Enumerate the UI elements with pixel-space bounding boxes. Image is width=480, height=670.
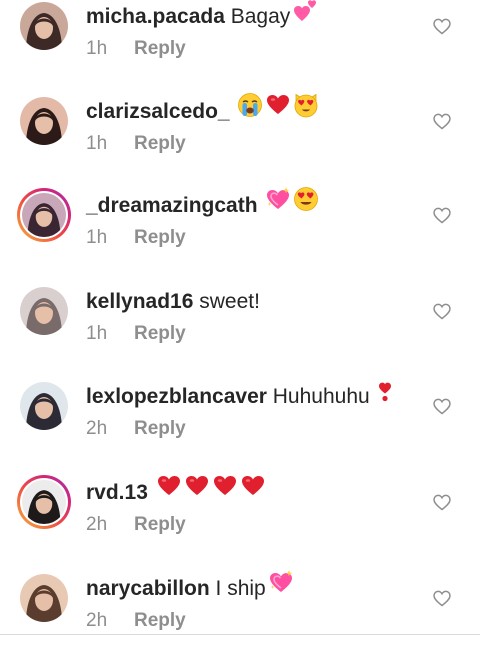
avatar-image: [20, 97, 68, 145]
avatar[interactable]: [20, 97, 68, 145]
divider: [0, 634, 480, 635]
sparkling-heart-emoji-icon: [265, 186, 291, 221]
comment-body: narycabillon I ship: [86, 569, 294, 604]
comment-row: rvd.13 2h Reply: [0, 475, 480, 574]
comment-row: clarizsalcedo_ 1h Reply: [0, 93, 480, 193]
red-heart-emoji-icon: [184, 473, 210, 508]
username[interactable]: clarizsalcedo_: [86, 100, 230, 123]
avatar[interactable]: [20, 287, 68, 335]
avatar-with-story-ring[interactable]: [17, 188, 71, 242]
comment-body: lexlopezblancaver Huhuhuhu: [86, 382, 398, 412]
comment-meta: 1h Reply: [86, 131, 186, 157]
sparkling-heart-emoji-icon: [268, 569, 294, 604]
timestamp: 2h: [86, 418, 108, 439]
comment-text: Huhuhuhu: [272, 385, 370, 408]
like-heart-icon[interactable]: [432, 205, 452, 225]
like-heart-icon[interactable]: [432, 16, 452, 36]
heart-eyes-emoji-icon: [293, 186, 319, 221]
comment-row: lexlopezblancaver Huhuhuhu 2h Reply: [0, 382, 480, 478]
like-heart-icon[interactable]: [432, 588, 452, 608]
crying-face-emoji-icon: [237, 92, 263, 127]
avatar-with-story-ring[interactable]: [17, 475, 71, 529]
two-hearts-emoji-icon: [292, 0, 318, 32]
reply-button[interactable]: Reply: [134, 36, 186, 62]
comment-body: rvd.13: [86, 475, 266, 508]
timestamp: 2h: [86, 514, 108, 535]
comment-row: _dreamazingcath 1h Reply: [0, 186, 480, 287]
username[interactable]: _dreamazingcath: [86, 194, 258, 217]
reply-button[interactable]: Reply: [134, 225, 186, 251]
timestamp: 1h: [86, 323, 108, 344]
reply-button[interactable]: Reply: [134, 608, 186, 634]
reply-button[interactable]: Reply: [134, 131, 186, 157]
like-heart-icon[interactable]: [432, 396, 452, 416]
comment-list: micha.pacada Bagay 1h Reply clarizsalcedo_ …: [0, 0, 480, 639]
username[interactable]: kellynad16: [86, 290, 193, 313]
comment-meta: 1h Reply: [86, 321, 186, 347]
comment-row: narycabillon I ship 2h Reply: [0, 569, 480, 670]
comment-meta: 2h Reply: [86, 416, 186, 442]
avatar-image: [20, 2, 68, 50]
like-heart-icon[interactable]: [432, 492, 452, 512]
avatar-image: [20, 574, 68, 622]
avatar-image: [22, 480, 66, 524]
username[interactable]: lexlopezblancaver: [86, 385, 267, 408]
comment-body: kellynad16 sweet!: [86, 287, 260, 317]
comment-body: clarizsalcedo_: [86, 93, 319, 127]
reply-button[interactable]: Reply: [134, 321, 186, 347]
comment-body: micha.pacada Bagay: [86, 0, 318, 32]
avatar-image: [22, 193, 66, 237]
avatar[interactable]: [20, 382, 68, 430]
reply-button[interactable]: Reply: [134, 416, 186, 442]
timestamp: 1h: [86, 133, 108, 154]
timestamp: 1h: [86, 227, 108, 248]
comment-text: Bagay: [230, 5, 291, 28]
comment-text: I ship: [215, 577, 266, 600]
timestamp: 2h: [86, 610, 108, 631]
red-heart-emoji-icon: [240, 473, 266, 508]
comment-meta: 1h Reply: [86, 225, 186, 251]
username[interactable]: rvd.13: [86, 481, 148, 504]
timestamp: 1h: [86, 38, 108, 59]
red-heart-emoji-icon: [265, 92, 291, 127]
comment-row: micha.pacada Bagay 1h Reply: [0, 0, 480, 98]
comment-text: sweet!: [199, 290, 260, 313]
username[interactable]: narycabillon: [86, 577, 210, 600]
username[interactable]: micha.pacada: [86, 5, 225, 28]
comment-row: kellynad16 sweet! 1h Reply: [0, 287, 480, 383]
avatar-image: [20, 287, 68, 335]
comment-body: _dreamazingcath: [86, 186, 319, 221]
red-heart-emoji-icon: [156, 473, 182, 508]
avatar[interactable]: [20, 2, 68, 50]
heart-eyes-cat-emoji-icon: [293, 92, 319, 127]
exclamation-emoji-icon: [372, 377, 398, 412]
avatar[interactable]: [20, 574, 68, 622]
red-heart-emoji-icon: [212, 473, 238, 508]
avatar-image: [20, 382, 68, 430]
comment-meta: 2h Reply: [86, 512, 186, 538]
like-heart-icon[interactable]: [432, 301, 452, 321]
comment-meta: 2h Reply: [86, 608, 186, 634]
comment-meta: 1h Reply: [86, 36, 186, 62]
like-heart-icon[interactable]: [432, 111, 452, 131]
reply-button[interactable]: Reply: [134, 512, 186, 538]
